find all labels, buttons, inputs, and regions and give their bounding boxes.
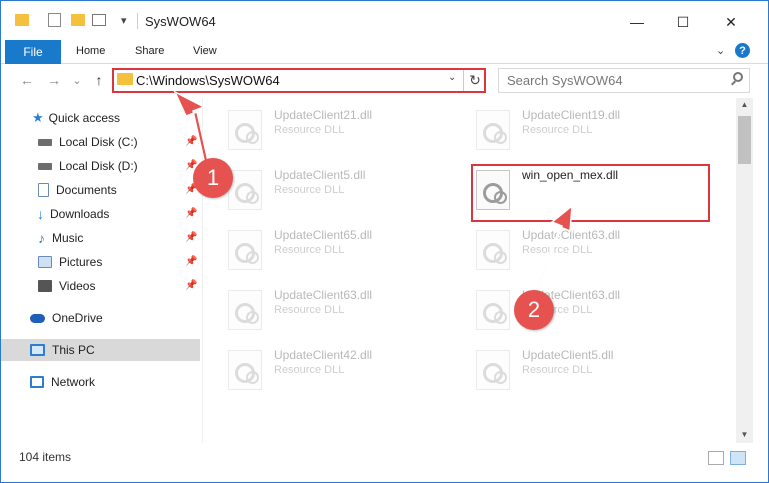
step-1-badge: 1 xyxy=(193,158,233,198)
arrow-2 xyxy=(534,204,573,292)
annotation-arrows xyxy=(173,90,573,292)
step-2-badge: 2 xyxy=(514,290,554,330)
arrow-1 xyxy=(173,90,211,172)
